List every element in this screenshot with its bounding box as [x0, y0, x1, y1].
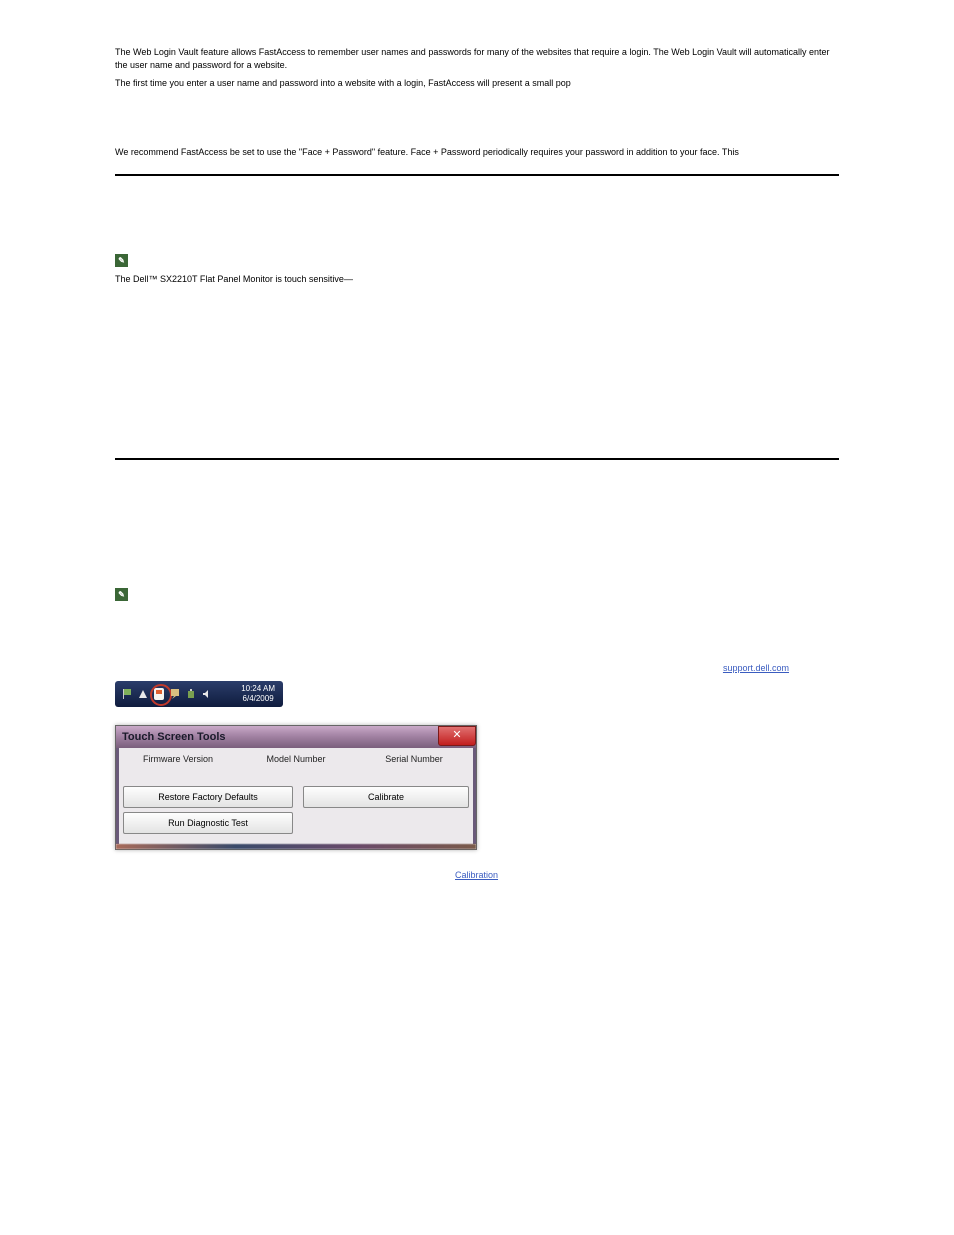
power-icon — [186, 688, 196, 700]
divider-2 — [115, 458, 839, 460]
label-model-number: Model Number — [237, 754, 355, 764]
volume-icon — [202, 688, 212, 700]
flag-icon — [122, 688, 132, 700]
label-firmware-version: Firmware Version — [119, 754, 237, 764]
calibration-link[interactable]: Calibration — [455, 870, 498, 880]
dialog-title: Touch Screen Tools — [116, 726, 476, 748]
close-button[interactable]: ✕ — [438, 726, 476, 746]
support-link[interactable]: support.dell.com — [723, 663, 789, 673]
dialog-label-row: Firmware Version Model Number Serial Num… — [119, 748, 473, 782]
system-tray: 10:24 AM 6/4/2009 — [115, 681, 283, 707]
vault-paragraph-1: The Web Login Vault feature allows FastA… — [115, 46, 839, 71]
divider-1 — [115, 174, 839, 176]
security-paragraph: We recommend FastAccess be set to use th… — [115, 146, 839, 159]
dialog-bottom-edge — [116, 844, 476, 849]
highlight-circle-icon — [150, 684, 172, 706]
touch-intro: The Dell™ SX2210T Flat Panel Monitor is … — [115, 273, 839, 286]
note-icon: ✎ — [115, 254, 128, 267]
touch-screen-tools-dialog: Touch Screen Tools ✕ Firmware Version Mo… — [115, 725, 477, 850]
network-icon — [138, 688, 148, 700]
note-icon: ✎ — [115, 588, 128, 601]
vault-paragraph-2: The first time you enter a user name and… — [115, 77, 839, 90]
close-icon: ✕ — [452, 729, 461, 741]
restore-factory-defaults-button[interactable]: Restore Factory Defaults — [123, 786, 293, 808]
tray-time-text: 10:24 AM — [241, 684, 275, 694]
label-serial-number: Serial Number — [355, 754, 473, 764]
note-row-1: ✎ — [115, 254, 839, 267]
note-row-2: ✎ — [115, 588, 839, 601]
action-center-icon — [170, 688, 180, 700]
tray-clock: 10:24 AM 6/4/2009 — [237, 684, 279, 703]
touchscreen-tools-tray-icon[interactable] — [154, 688, 164, 700]
run-diagnostic-test-button[interactable]: Run Diagnostic Test — [123, 812, 293, 834]
calibrate-button[interactable]: Calibrate — [303, 786, 469, 808]
tray-date-text: 6/4/2009 — [241, 694, 275, 704]
